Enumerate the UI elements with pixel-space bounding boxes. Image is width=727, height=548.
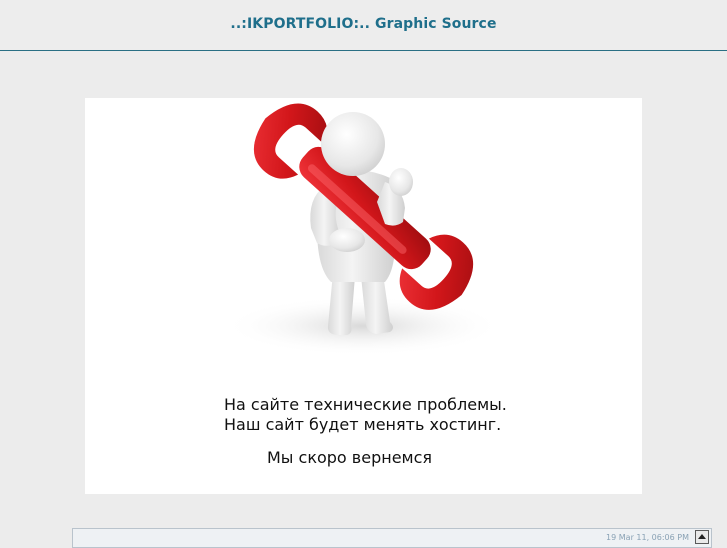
maintenance-panel: На сайте технические проблемы. Наш сайт …: [85, 98, 642, 494]
maintenance-illustration: [223, 103, 503, 356]
message-line-1: На сайте технические проблемы.: [224, 395, 507, 414]
figure-left-leg: [327, 273, 355, 335]
figure-right-hand: [389, 168, 413, 196]
scroll-to-top-button[interactable]: [695, 530, 709, 544]
figure-head: [321, 112, 385, 176]
footer-bar: 19 Mar 11, 06:06 PM: [72, 528, 712, 548]
message-line-2: Наш сайт будет менять хостинг.: [224, 415, 502, 434]
message-line-3: Мы скоро вернемся: [267, 448, 433, 467]
arrow-up-icon: [698, 534, 706, 539]
figure-left-hand: [329, 228, 365, 252]
site-title: ..:IKPORTFOLIO:.. Graphic Source: [230, 16, 497, 32]
ground-shadow: [223, 296, 503, 356]
footer-timestamp: 19 Mar 11, 06:06 PM: [606, 533, 689, 542]
header-bar: ..:IKPORTFOLIO:.. Graphic Source: [0, 0, 727, 51]
